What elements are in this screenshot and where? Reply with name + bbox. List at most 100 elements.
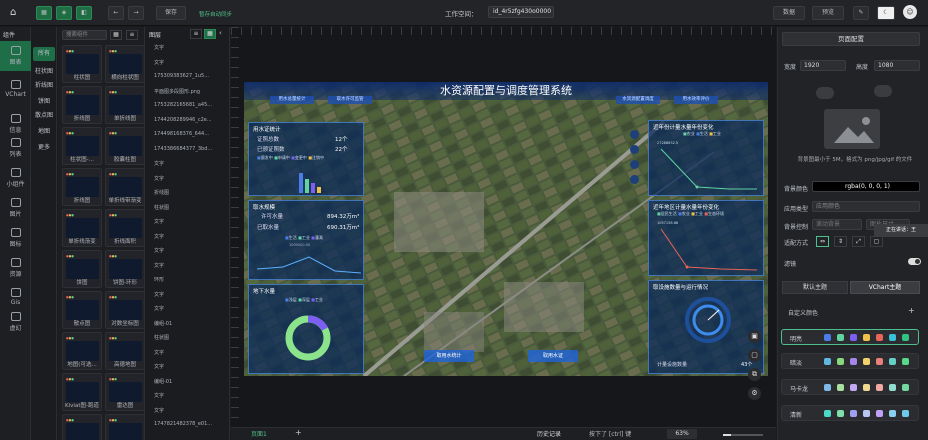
- layer-item[interactable]: 文字: [154, 262, 164, 269]
- lock-icon[interactable]: ▣: [748, 330, 761, 343]
- pin-icon[interactable]: [630, 160, 639, 169]
- color-swatch[interactable]: [876, 358, 883, 365]
- color-swatch[interactable]: [863, 358, 870, 365]
- layer-item[interactable]: 编组-01: [154, 378, 172, 385]
- component-thumb[interactable]: ●●● 单折线渐变: [62, 209, 102, 247]
- layer-item[interactable]: 文字: [154, 363, 164, 370]
- component-thumb[interactable]: ●●● 地图(可选...: [62, 332, 102, 370]
- color-swatch[interactable]: [850, 410, 857, 417]
- dash-nav-2[interactable]: 取水许可监管: [328, 96, 372, 104]
- preview-button[interactable]: 预览: [812, 6, 844, 20]
- component-thumb[interactable]: ●●● 对数坐标图: [105, 291, 144, 329]
- color-swatch[interactable]: [824, 334, 831, 341]
- component-thumb[interactable]: ●●●水球图: [105, 414, 144, 440]
- dash-nav-1[interactable]: 用水总量统计: [270, 96, 314, 104]
- color-swatch[interactable]: [902, 334, 909, 341]
- history-button[interactable]: 历史记录: [537, 429, 561, 438]
- scheme-row[interactable]: 暗淡: [781, 353, 919, 369]
- nav-item-vchart[interactable]: VChart: [0, 75, 31, 105]
- tab-vchart-theme[interactable]: VChart主题: [850, 281, 920, 294]
- layer-item[interactable]: 编组-01: [154, 320, 172, 327]
- layer-item[interactable]: 文字: [154, 291, 164, 298]
- dashboard-stage[interactable]: 水资源配置与调度管理系统 用水总量统计 取水许可监管 水资源配置调度 用水效率评…: [244, 82, 768, 376]
- component-thumb[interactable]: ●●● 折线图: [62, 86, 102, 124]
- fit-height-icon[interactable]: ⇕: [834, 236, 847, 247]
- color-swatch[interactable]: [876, 334, 883, 341]
- component-thumb[interactable]: ●●● 柱状图: [62, 45, 102, 83]
- scheme-row[interactable]: 马卡龙: [781, 379, 919, 395]
- layers-icon[interactable]: [630, 175, 639, 184]
- dash-btn-stats[interactable]: 取用水统计: [424, 350, 474, 362]
- layer-item[interactable]: 柱状图: [154, 204, 169, 211]
- image-placeholder-icon[interactable]: [824, 109, 880, 149]
- home-icon[interactable]: ⌂: [10, 7, 22, 18]
- color-swatch[interactable]: [876, 384, 883, 391]
- color-swatch[interactable]: [889, 384, 896, 391]
- add-page-icon[interactable]: +: [295, 428, 302, 437]
- layer-item[interactable]: 折线图: [154, 189, 169, 196]
- color-swatch[interactable]: [837, 410, 844, 417]
- undo-icon[interactable]: ←: [108, 6, 124, 20]
- category-scatter[interactable]: 散点图: [33, 109, 55, 123]
- dash-nav-4[interactable]: 用水效率评价: [674, 96, 718, 104]
- color-swatch[interactable]: [824, 358, 831, 365]
- nav-item-icon[interactable]: 图标: [0, 223, 31, 253]
- color-swatch[interactable]: [863, 410, 870, 417]
- component-thumb[interactable]: ●●● 柱状图-...: [62, 127, 102, 165]
- panel-yearly-change[interactable]: 近年份计量水量年份变化 ■农业 ■生活 ■工业 27288632.5: [648, 120, 764, 196]
- component-thumb[interactable]: ●●● Kiviat图-跑道: [62, 373, 102, 411]
- save-button[interactable]: 保存: [156, 6, 186, 20]
- component-thumb[interactable]: ●●● 饼图-环形: [105, 250, 144, 288]
- component-thumb[interactable]: ●●● 饼图: [62, 250, 102, 288]
- layer-item[interactable]: 文字: [154, 233, 164, 240]
- component-thumb[interactable]: ●●● 胶囊柱图: [105, 127, 144, 165]
- color-swatch[interactable]: [902, 384, 909, 391]
- layer-item[interactable]: 平面图多段图形.png: [154, 88, 200, 95]
- width-input[interactable]: 1920: [800, 60, 846, 71]
- apply-select[interactable]: 应用颜色: [812, 201, 920, 212]
- layer-item[interactable]: 文字: [154, 305, 164, 312]
- scheme-row[interactable]: 明亮: [781, 329, 919, 345]
- layer-item[interactable]: 环形: [154, 276, 164, 283]
- component-thumb[interactable]: ●●● 折线图: [62, 168, 102, 206]
- layers-list-icon[interactable]: ≡: [190, 29, 202, 39]
- layer-item[interactable]: 文字: [154, 247, 164, 254]
- scheme-row[interactable]: 清新: [781, 405, 919, 421]
- layer-item[interactable]: 文字: [154, 218, 164, 225]
- component-thumb[interactable]: ●●● 折线面积: [105, 209, 144, 247]
- pen-icon[interactable]: [630, 145, 639, 154]
- color-swatch[interactable]: [902, 358, 909, 365]
- category-all[interactable]: 所有: [33, 47, 55, 61]
- fit-none-icon[interactable]: ▢: [870, 236, 883, 247]
- workspace-id[interactable]: id_4r5zfg430o0000: [488, 6, 554, 18]
- eye-icon[interactable]: [630, 130, 639, 139]
- color-swatch[interactable]: [824, 410, 831, 417]
- grid-view-icon[interactable]: ▦: [110, 30, 122, 40]
- page-tab[interactable]: 页面1: [251, 429, 267, 438]
- layers-grid-icon[interactable]: ▦: [204, 29, 216, 39]
- unlock-icon[interactable]: ▢: [748, 349, 761, 362]
- color-swatch[interactable]: [876, 410, 883, 417]
- avatar[interactable]: ☺: [903, 5, 917, 19]
- color-swatch[interactable]: [850, 334, 857, 341]
- layer-item[interactable]: 1744208289946_c2e...: [154, 117, 212, 123]
- layer-item[interactable]: 174498168376_644...: [154, 131, 209, 137]
- zoom-select[interactable]: 63%: [667, 429, 697, 439]
- color-swatch[interactable]: [889, 334, 896, 341]
- layer-item[interactable]: 文字: [154, 407, 164, 414]
- redo-icon[interactable]: →: [128, 6, 144, 20]
- copy-icon[interactable]: ⧉: [748, 368, 761, 381]
- search-input[interactable]: 搜索组件: [62, 30, 107, 40]
- panel-groundwater[interactable]: 地下水量 ■浅层 ■深层 ■工业: [248, 284, 364, 374]
- layer-item[interactable]: 1753282165681_a45...: [154, 102, 212, 108]
- tab-default-theme[interactable]: 默认主题: [782, 281, 848, 294]
- layer-item[interactable]: 文字: [154, 160, 164, 167]
- component-thumb[interactable]: ●●● 横向柱状图: [105, 45, 144, 83]
- layer-item[interactable]: 文字: [154, 349, 164, 356]
- color-swatch[interactable]: [850, 358, 857, 365]
- list-view-icon[interactable]: ≡: [126, 30, 138, 40]
- layer-item[interactable]: 175309383627_1u5...: [154, 73, 209, 79]
- filter-toggle[interactable]: [908, 258, 921, 265]
- dash-nav-3[interactable]: 水资源配置调度: [616, 96, 660, 104]
- component-thumb[interactable]: ●●● 单折线图: [105, 86, 144, 124]
